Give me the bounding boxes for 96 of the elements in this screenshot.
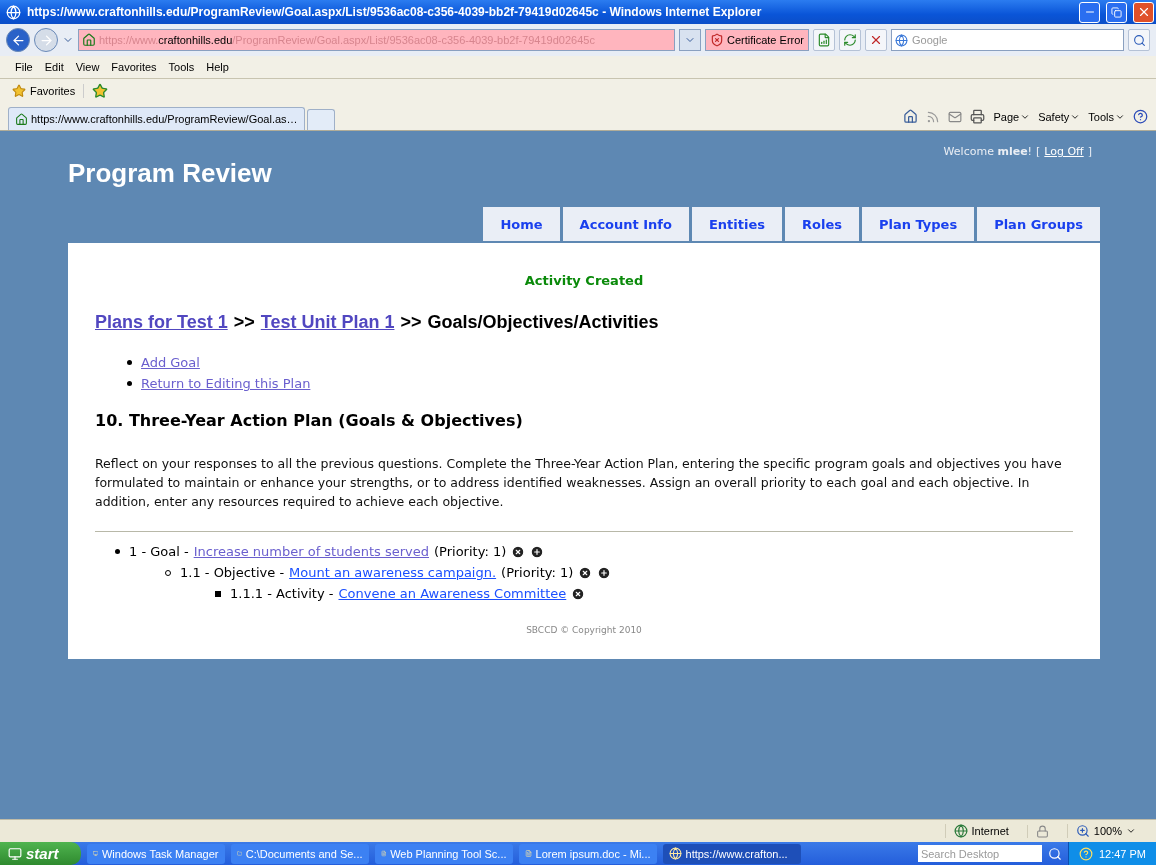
close-icon (869, 33, 883, 47)
desktop-search-field[interactable]: Search Desktop (917, 845, 1042, 862)
mail-icon[interactable] (948, 109, 963, 124)
bullet (127, 360, 132, 365)
start-button[interactable]: start (0, 842, 81, 865)
add-icon[interactable] (530, 544, 545, 559)
item-link[interactable]: Mount an awareness campaign. (289, 565, 497, 580)
taskbar-button[interactable]: Web Planning Tool Sc... (374, 843, 513, 864)
bullet (115, 549, 120, 554)
taskbar-button[interactable]: Windows Task Manager (86, 843, 225, 864)
forward-arrow-icon (38, 32, 54, 48)
nav-tab[interactable]: Plan Types (861, 207, 975, 241)
home-icon[interactable] (903, 109, 919, 124)
menu-item[interactable]: Tools (163, 59, 200, 75)
taskbar-button[interactable]: Lorem ipsum.doc - Mi... (518, 843, 657, 864)
site-title: Program Review (68, 158, 273, 189)
compatibility-button[interactable] (813, 29, 835, 51)
breadcrumb-current: Goals/Objectives/Activities (427, 312, 659, 333)
bullet (127, 381, 132, 386)
zoom-control[interactable]: 100% (1066, 824, 1144, 838)
favorites-button[interactable]: Favorites (12, 84, 85, 98)
nav-tab[interactable]: Entities (691, 207, 782, 241)
search-provider-icon (895, 33, 908, 47)
nav-tab[interactable]: Account Info (562, 207, 689, 241)
nav-tab[interactable]: Plan Groups (977, 207, 1100, 241)
search-icon (1132, 33, 1146, 47)
add-favorite-icon[interactable] (92, 83, 109, 99)
window-title: https://www.craftonhills.edu/ProgramReview/Goal.aspx/List/9536ac08-c356-4039-bb2f-79419d02645c - Windows Internet Explorer (27, 5, 763, 19)
delete-icon[interactable] (511, 544, 526, 559)
protected-mode-icon[interactable] (1035, 824, 1049, 838)
status-message: Activity Created (523, 273, 645, 288)
action-link[interactable]: Add Goal (141, 355, 200, 370)
taskbar-button[interactable]: C:\Documents and Se... (230, 843, 369, 864)
menu-item[interactable]: View (70, 59, 105, 75)
priority-label: (Priority: 1) (501, 565, 574, 580)
zone-indicator: Internet (944, 824, 1017, 838)
item-label: 1.1 - Objective - (180, 565, 285, 580)
command-menu[interactable]: Page (993, 110, 1031, 123)
item-label: 1 - Goal - (129, 544, 189, 559)
minimize-button[interactable] (1079, 1, 1100, 23)
bracket: ] (1087, 145, 1092, 158)
description: Reflect on your responses to all the previous questions. Complete the Three-Year Action Plan, entering the specific program goals and objectives you have formulated to maintain or enhance your strengths, or to address identified weaknesses. Assign an overall priority to each goal and each objective. In addition, enter any resources required to achieve each objective. (95, 455, 1063, 511)
back-button[interactable] (6, 28, 30, 52)
help-icon[interactable] (1133, 109, 1148, 124)
site-icon (82, 33, 96, 47)
action-link[interactable]: Return to Editing this Plan (141, 376, 311, 391)
welcome-text: Welcome mlee! (943, 145, 1032, 158)
priority-label: (Priority: 1) (434, 544, 507, 559)
menu-item[interactable]: Edit (39, 59, 69, 75)
breadcrumb-separator: >> (400, 312, 422, 333)
command-menu[interactable]: Tools (1088, 110, 1125, 123)
menu-item[interactable]: Help (201, 59, 234, 75)
zoom-icon (1075, 824, 1090, 838)
star-icon (12, 84, 26, 98)
log-off-link[interactable]: Log Off (1044, 145, 1084, 158)
menu-item[interactable]: Favorites (106, 59, 162, 75)
breadcrumb-link[interactable]: Test Unit Plan 1 (260, 312, 395, 333)
nav-tab[interactable]: Roles (785, 207, 859, 241)
add-icon[interactable] (597, 565, 612, 580)
shield-icon (709, 33, 724, 47)
breadcrumb-link[interactable]: Plans for Test 1 (95, 312, 228, 333)
refresh-button[interactable] (839, 29, 861, 51)
nav-tab[interactable]: Home (483, 207, 560, 241)
bullet (215, 590, 221, 597)
delete-icon[interactable] (578, 565, 593, 580)
restore-button[interactable] (1106, 1, 1127, 23)
bracket: [ (1036, 145, 1041, 158)
delete-icon[interactable] (571, 586, 586, 601)
browser-icon (6, 4, 21, 20)
taskbar-button[interactable]: https://www.crafton... (662, 843, 801, 864)
globe-icon (668, 847, 682, 860)
search-button[interactable] (1128, 29, 1150, 51)
print-icon[interactable] (970, 109, 986, 124)
restore-icon (1111, 6, 1122, 18)
item-link[interactable]: Convene an Awareness Committee (338, 586, 567, 601)
caret-icon (1126, 826, 1136, 836)
section-heading: 10. Three-Year Action Plan (Goals & Objectives) (95, 411, 524, 430)
forward-button[interactable] (34, 28, 58, 52)
certificate-error-button[interactable]: Certificate Error (704, 29, 809, 51)
document-icon (524, 847, 532, 860)
refresh-icon (843, 33, 857, 47)
menu-item[interactable]: File (10, 59, 38, 75)
copyright: SBCCD © Copyright 2010 (525, 625, 643, 635)
breadcrumb-separator: >> (233, 312, 255, 333)
item-link[interactable]: Increase number of students served (193, 544, 429, 559)
close-button[interactable] (1133, 1, 1154, 23)
item-label: 1.1.1 - Activity - (230, 586, 334, 601)
site-icon (15, 112, 28, 126)
command-menu[interactable]: Safety (1038, 110, 1081, 123)
clock: 12:47 PM (1098, 847, 1146, 860)
search-icon[interactable] (1047, 846, 1062, 861)
globe-icon (953, 824, 968, 838)
feed-icon[interactable] (926, 109, 941, 124)
stop-button[interactable] (865, 29, 887, 51)
browser-tab[interactable]: https://www.craftonhills.edu/ProgramReview/Goal.as… (8, 107, 305, 130)
page-icon (817, 33, 831, 47)
